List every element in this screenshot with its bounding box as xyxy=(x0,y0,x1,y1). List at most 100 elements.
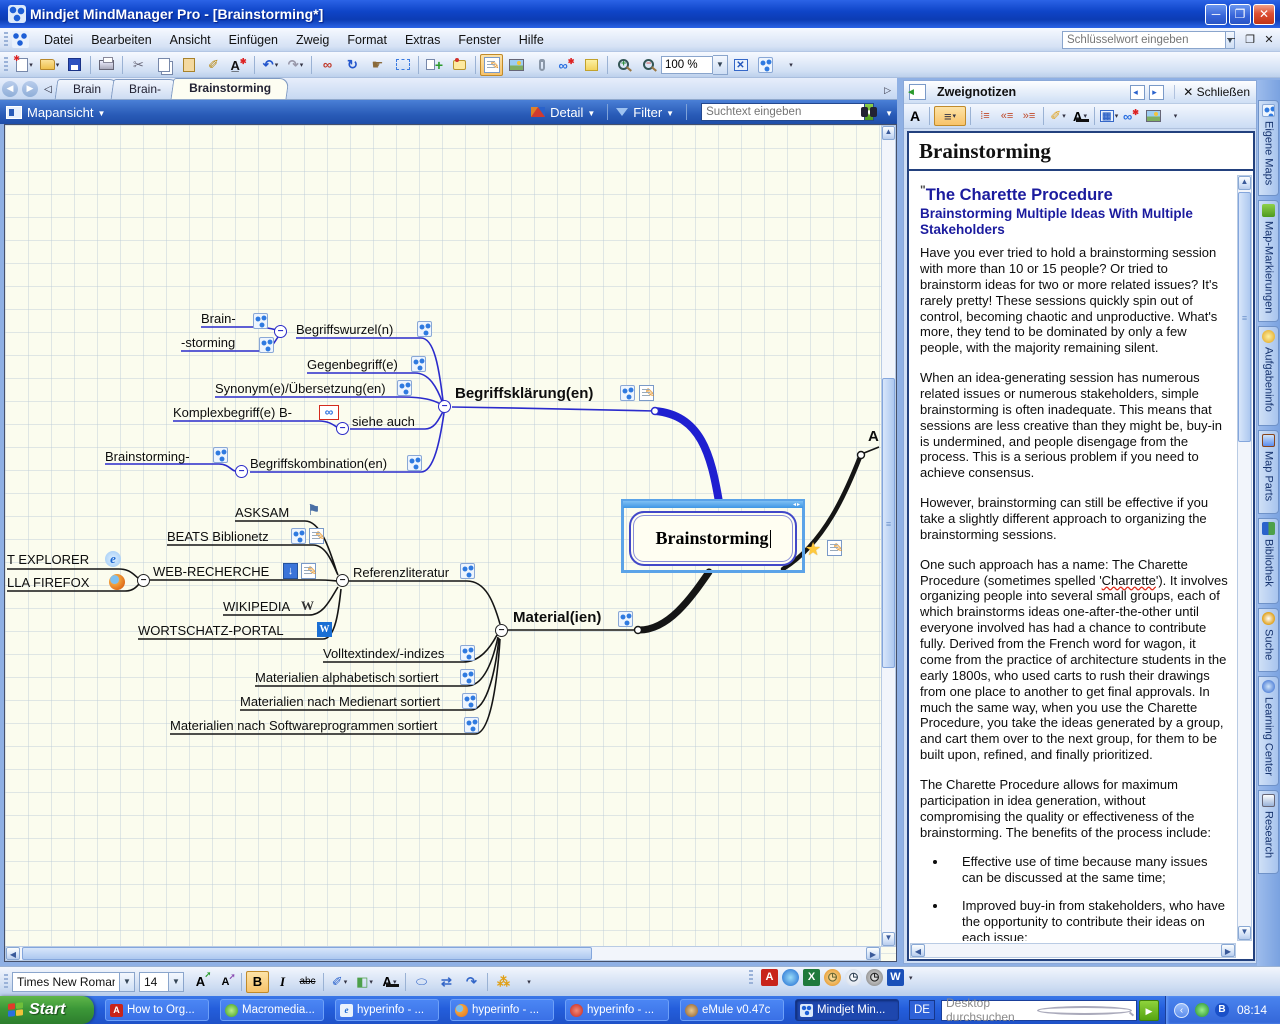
topic[interactable]: Referenzliteratur xyxy=(353,565,449,580)
central-topic[interactable]: Brainstorming xyxy=(629,511,797,566)
map-part-icon[interactable] xyxy=(397,380,412,396)
fit-map-button[interactable]: ✕ xyxy=(729,54,752,76)
map-part-icon[interactable] xyxy=(620,385,635,401)
collapse-toggle[interactable] xyxy=(495,624,508,637)
map-search-input[interactable] xyxy=(701,103,865,121)
font-size-dropdown-icon[interactable]: ▼ xyxy=(169,972,184,992)
topic[interactable]: siehe auch xyxy=(352,414,415,429)
tray-collapse-icon[interactable]: ‹ xyxy=(1174,1003,1189,1018)
copy-button[interactable] xyxy=(152,54,175,76)
taskbar-item-hyperinfo-opera[interactable]: hyperinfo - ... xyxy=(565,999,669,1021)
collapse-toggle[interactable] xyxy=(137,574,150,587)
mdi-child-icon[interactable] xyxy=(12,31,29,48)
format-toolbar-overflow-icon[interactable]: ▾ xyxy=(517,971,540,993)
map-part-icon[interactable] xyxy=(460,563,475,579)
zoom-level-input[interactable] xyxy=(661,56,713,74)
indent-button[interactable]: »≡ xyxy=(1019,106,1039,126)
sidetab-suche[interactable]: Suche xyxy=(1258,608,1279,672)
notes-icon[interactable] xyxy=(301,563,316,579)
keyword-input[interactable] xyxy=(1062,31,1226,49)
cut-button[interactable]: ✂ xyxy=(127,54,150,76)
topic[interactable]: WEB-RECHERCHE xyxy=(153,564,269,579)
map-part-icon[interactable] xyxy=(259,337,274,353)
font-color-button[interactable]: A▾ xyxy=(1070,106,1090,126)
bluetooth-tray-icon[interactable]: B xyxy=(1215,1003,1229,1017)
star-icon[interactable]: ★ xyxy=(805,539,821,560)
map-part-icon[interactable] xyxy=(462,693,477,709)
refresh-links-icon[interactable]: ↻ xyxy=(341,54,364,76)
collapse-toggle[interactable] xyxy=(235,465,248,478)
menu-einfuegen[interactable]: Einfügen xyxy=(220,30,287,50)
network-tray-icon[interactable] xyxy=(1195,1003,1209,1017)
firefox-icon[interactable] xyxy=(109,574,125,590)
topic[interactable]: Synonym(e)/Übersetzung(en) xyxy=(215,381,386,396)
collapse-toggle[interactable] xyxy=(274,325,287,338)
undo-button[interactable]: ↶▾ xyxy=(259,54,282,76)
zoom-dropdown-icon[interactable]: ▼ xyxy=(713,55,728,75)
restore-button[interactable]: ❐ xyxy=(1229,4,1251,25)
menu-fenster[interactable]: Fenster xyxy=(449,30,509,50)
bold-button[interactable]: B xyxy=(246,971,269,993)
sidetab-eigene-maps[interactable]: Eigene Maps xyxy=(1258,100,1279,196)
quick-launch-overflow-icon[interactable]: ▾ xyxy=(909,974,913,982)
clock-icon[interactable]: ◷ xyxy=(824,969,841,986)
toolbar-grip[interactable] xyxy=(4,974,8,990)
spelling-button[interactable]: A̲✱ xyxy=(227,54,250,76)
format-painter-button[interactable]: ✐ xyxy=(202,54,225,76)
balance-map-button[interactable]: ⇄ xyxy=(435,971,458,993)
strikethrough-button[interactable]: abc xyxy=(296,971,319,993)
font-button[interactable]: A xyxy=(905,106,925,126)
menu-bearbeiten[interactable]: Bearbeiten xyxy=(82,30,160,50)
globe-icon[interactable] xyxy=(782,969,799,986)
filter-dropdown-icon[interactable]: ▼ xyxy=(666,109,674,118)
map-view-dropdown-icon[interactable]: ▼ xyxy=(97,109,105,118)
detail-dropdown-icon[interactable]: ▼ xyxy=(587,109,595,118)
sidetab-learning-center[interactable]: Learning Center xyxy=(1258,676,1279,786)
toolbar-overflow-icon[interactable]: ▾ xyxy=(779,54,802,76)
map-vertical-scrollbar[interactable]: ▲ ≡ ▼ xyxy=(881,125,896,947)
table-button[interactable]: ▦▾ xyxy=(1099,106,1119,126)
notes-toolbar-overflow-icon[interactable]: ▾ xyxy=(1165,106,1185,126)
menu-zweig[interactable]: Zweig xyxy=(287,30,338,50)
toolbar-grip[interactable] xyxy=(749,970,753,986)
map-part-icon[interactable] xyxy=(618,611,633,627)
font-color-button[interactable]: A▾ xyxy=(378,971,401,993)
topic[interactable]: LLA FIREFOX xyxy=(7,575,89,590)
map-view-selector[interactable]: Mapansicht xyxy=(27,105,93,120)
notes-icon[interactable] xyxy=(639,385,654,401)
sidetab-research[interactable]: Research xyxy=(1258,790,1279,874)
topic[interactable]: Volltextindex/-indizes xyxy=(323,646,444,661)
attachment-button[interactable] xyxy=(530,54,553,76)
topic[interactable]: Begriffswurzel(n) xyxy=(296,322,393,337)
topic[interactable]: Komplexbegriff(e) B- xyxy=(173,405,292,420)
topic[interactable]: Materialien nach Medienart sortiert xyxy=(240,694,440,709)
map-part-icon[interactable] xyxy=(253,313,268,329)
save-button[interactable] xyxy=(63,54,86,76)
notes-image-button[interactable] xyxy=(1143,106,1163,126)
taskbar-item-hyperinfo-ie[interactable]: ehyperinfo - ... xyxy=(335,999,439,1021)
sidetab-map-parts[interactable]: Map Parts xyxy=(1258,430,1279,514)
zoom-out-button[interactable]: − xyxy=(637,54,660,76)
redo-button[interactable]: ↷▾ xyxy=(284,54,307,76)
fill-color-button[interactable]: ◧▾ xyxy=(353,971,376,993)
taskbar-item-mindjet[interactable]: Mindjet Min... xyxy=(795,999,899,1021)
note-body[interactable]: "The Charette Procedure Brainstorming Mu… xyxy=(909,173,1235,941)
insert-callout-button[interactable] xyxy=(448,54,471,76)
bullet-list-button[interactable]: ⁞≡ xyxy=(975,106,995,126)
collapse-toggle[interactable] xyxy=(336,574,349,587)
insert-hyperlink-button[interactable]: ∞✱ xyxy=(555,54,578,76)
menu-format[interactable]: Format xyxy=(338,30,396,50)
search-go-button[interactable]: ▶ xyxy=(1139,1000,1159,1021)
topic[interactable]: -storming xyxy=(181,335,235,350)
map-part-icon[interactable] xyxy=(464,717,479,733)
toolbar-grip[interactable] xyxy=(4,32,8,48)
collapse-toggle[interactable] xyxy=(438,400,451,413)
selection-handle[interactable]: ◂▸ xyxy=(623,501,803,508)
download-icon[interactable]: ↓ xyxy=(283,563,298,579)
main-topic-material[interactable]: Material(ien) xyxy=(513,609,601,626)
print-button[interactable] xyxy=(95,54,118,76)
sidetab-aufgabeninfo[interactable]: Aufgabeninfo xyxy=(1258,326,1279,426)
collapse-toggle[interactable] xyxy=(336,422,349,435)
language-indicator[interactable]: DE xyxy=(909,1000,935,1020)
topic[interactable]: T EXPLORER xyxy=(7,552,89,567)
